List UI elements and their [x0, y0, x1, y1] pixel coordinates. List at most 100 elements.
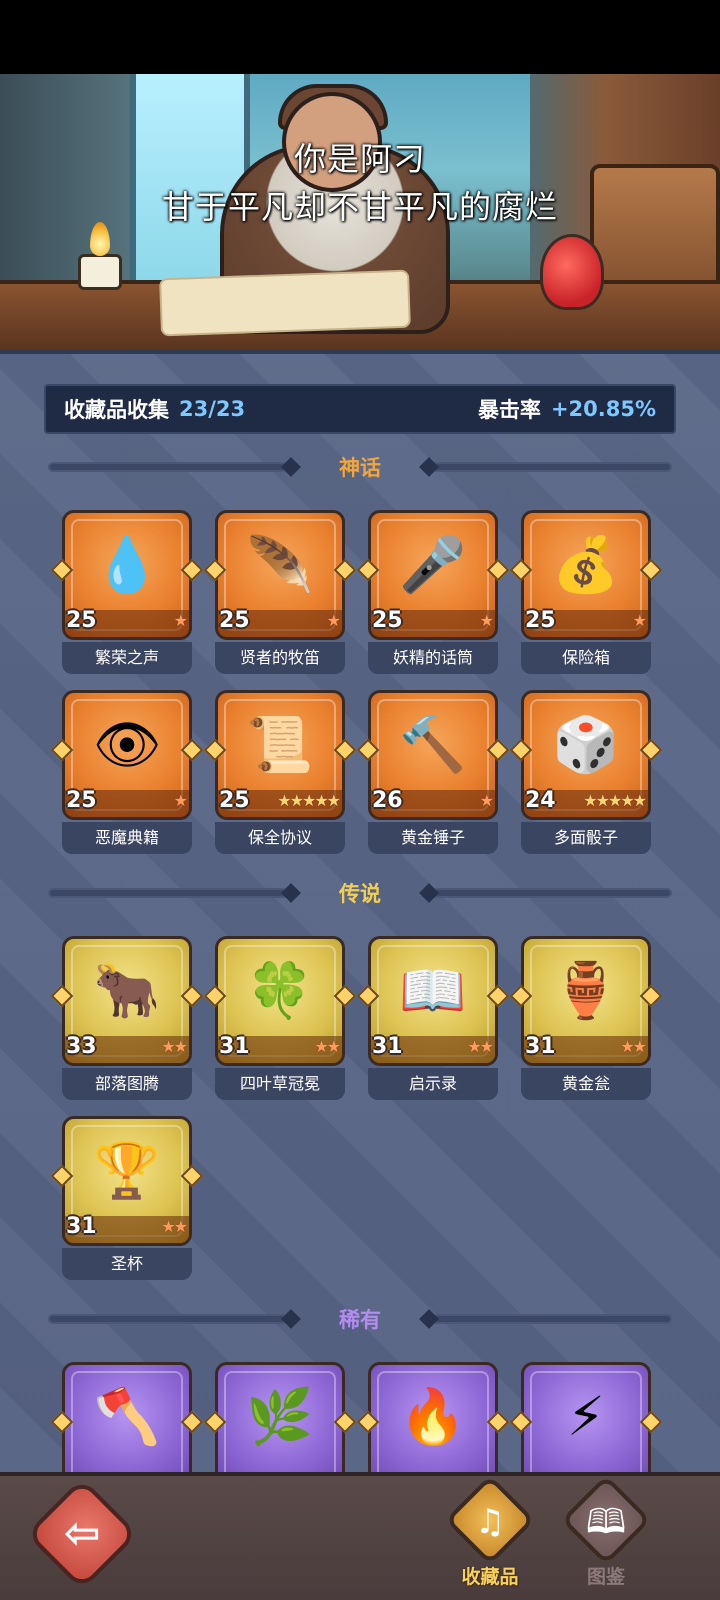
section-title-legend: 传说: [339, 882, 381, 906]
golden-urn-icon: 🏺: [552, 959, 620, 1022]
collectible-card[interactable]: 🪓: [50, 1362, 204, 1472]
item-level: 31: [66, 1214, 97, 1239]
banner-caption-line1: 你是阿刁: [293, 140, 426, 178]
tab-codex[interactable]: 🕮 图鉴: [556, 1474, 656, 1600]
star-rating: ★★: [467, 1037, 494, 1056]
collectible-card[interactable]: 🔥: [356, 1362, 510, 1472]
tab-codex-label: 图鉴: [586, 1566, 625, 1588]
blue-spirit-icon: 💧: [93, 533, 161, 596]
section-header-mythic: 神话: [48, 452, 672, 482]
collectible-card[interactable]: 🎲 24 ★★★★★ 多面骰子: [509, 690, 663, 854]
lightning-card-icon: ⚡: [567, 1385, 605, 1448]
tab-collection[interactable]: ♫ 收藏品: [440, 1474, 540, 1600]
star-rating: ★★: [161, 1217, 188, 1236]
status-bar: [0, 0, 720, 74]
collectible-card[interactable]: 📖 31 ★★ 启示录: [356, 936, 510, 1100]
collectible-card[interactable]: 🐂 33 ★★ 部落图腾: [50, 936, 204, 1100]
collectible-card[interactable]: ⚡: [509, 1362, 663, 1472]
star-rating: ★★: [314, 1037, 341, 1056]
item-name: 部落图腾: [62, 1068, 192, 1100]
section-title-rare: 稀有: [339, 1308, 381, 1332]
collectible-card[interactable]: 🔨 26 ★ 黄金锤子: [356, 690, 510, 854]
demon-book-icon: 👁: [92, 713, 162, 776]
axe-icon: 🪓: [93, 1385, 161, 1448]
item-level: 25: [219, 788, 250, 813]
treasure-chest-icon: 💰: [552, 533, 620, 596]
collectible-card[interactable]: 🏆 31 ★★ 圣杯: [50, 1116, 204, 1280]
item-name: 贤者的牧笛: [215, 642, 345, 674]
bottom-nav-bar: ⇦ ♫ 收藏品 🕮 图鉴: [0, 1472, 720, 1600]
back-arrow-icon: ⇦: [63, 1508, 101, 1559]
vine-chain-icon: 🌿: [246, 1385, 314, 1448]
item-level: 25: [525, 608, 556, 633]
holy-grail-icon: 🏆: [93, 1139, 161, 1202]
section-title-mythic: 神话: [339, 456, 381, 480]
item-name: 黄金瓮: [521, 1068, 651, 1100]
star-rating: ★: [326, 611, 341, 630]
flute-icon: 🪶: [246, 533, 314, 596]
star-rating: ★: [479, 611, 494, 630]
fairy-microphone-icon: 🎤: [399, 533, 467, 596]
section-header-rare: 稀有: [48, 1304, 672, 1334]
story-banner: 你是阿刁 甘于平凡却不甘平凡的腐烂: [0, 74, 720, 350]
item-level: 25: [219, 608, 250, 633]
golden-hammer-icon: 🔨: [399, 713, 467, 776]
item-level: 31: [219, 1034, 250, 1059]
item-name: 恶魔典籍: [62, 822, 192, 854]
item-name: 保险箱: [521, 642, 651, 674]
flame-scepter-icon: 🔥: [399, 1385, 467, 1448]
contract-scroll-icon: 📜: [246, 713, 314, 776]
item-name: 繁荣之声: [62, 642, 192, 674]
tab-collection-label: 收藏品: [461, 1566, 519, 1588]
collectible-card[interactable]: 🌿: [203, 1362, 357, 1472]
collection-panel[interactable]: 收藏品收集 23/23 暴击率 +20.85% 神话 💧 25 ★ 繁荣之声 🪶 25 ★ 贤…: [0, 350, 720, 1472]
book-icon: 🕮: [585, 1502, 627, 1542]
collection-count: 23/23: [179, 397, 246, 421]
item-level: 33: [66, 1034, 97, 1059]
star-rating: ★★: [161, 1037, 188, 1056]
item-level: 31: [525, 1034, 556, 1059]
crit-rate-label: 暴击率: [477, 398, 541, 422]
item-name: 保全协议: [215, 822, 345, 854]
collectible-card[interactable]: 🏺 31 ★★ 黄金瓮: [509, 936, 663, 1100]
star-rating: ★★★★★: [583, 791, 647, 810]
collectible-card[interactable]: 🎤 25 ★ 妖精的话筒: [356, 510, 510, 674]
banner-caption-line2: 甘于平凡却不甘平凡的腐烂: [161, 188, 558, 226]
collectible-card[interactable]: 📜 25 ★★★★★ 保全协议: [203, 690, 357, 854]
item-name: 黄金锤子: [368, 822, 498, 854]
star-rating: ★★: [620, 1037, 647, 1056]
item-name: 妖精的话筒: [368, 642, 498, 674]
item-level: 26: [372, 788, 403, 813]
item-level: 31: [372, 1034, 403, 1059]
item-name: 四叶草冠冕: [215, 1068, 345, 1100]
section-header-legend: 传说: [48, 878, 672, 908]
star-rating: ★: [479, 791, 494, 810]
totem-icon: 🐂: [93, 959, 161, 1022]
star-rating: ★: [173, 611, 188, 630]
collection-summary: 收藏品收集 23/23 暴击率 +20.85%: [44, 384, 676, 434]
item-name: 多面骰子: [521, 822, 651, 854]
item-name: 启示录: [368, 1068, 498, 1100]
collection-label: 收藏品收集: [64, 398, 169, 422]
collectible-card[interactable]: 💰 25 ★ 保险箱: [509, 510, 663, 674]
collectible-card[interactable]: 🪶 25 ★ 贤者的牧笛: [203, 510, 357, 674]
crit-rate-value: +20.85%: [550, 397, 656, 421]
collectible-card[interactable]: 👁 25 ★ 恶魔典籍: [50, 690, 204, 854]
dice-icon: 🎲: [552, 713, 620, 776]
star-rating: ★: [632, 611, 647, 630]
back-button[interactable]: ⇦: [25, 1477, 139, 1591]
open-book-icon: 📖: [399, 959, 467, 1022]
item-level: 25: [66, 788, 97, 813]
treasure-map: [159, 269, 411, 337]
candle-icon: [78, 254, 122, 290]
collectible-card[interactable]: 💧 25 ★ 繁荣之声: [50, 510, 204, 674]
clover-crown-icon: 🍀: [246, 959, 314, 1022]
harp-icon: ♫: [474, 1502, 506, 1542]
star-rating: ★: [173, 791, 188, 810]
red-potion-icon: [540, 234, 604, 310]
item-name: 圣杯: [62, 1248, 192, 1280]
item-level: 24: [525, 788, 556, 813]
collectible-card[interactable]: 🍀 31 ★★ 四叶草冠冕: [203, 936, 357, 1100]
star-rating: ★★★★★: [277, 791, 341, 810]
item-level: 25: [66, 608, 97, 633]
